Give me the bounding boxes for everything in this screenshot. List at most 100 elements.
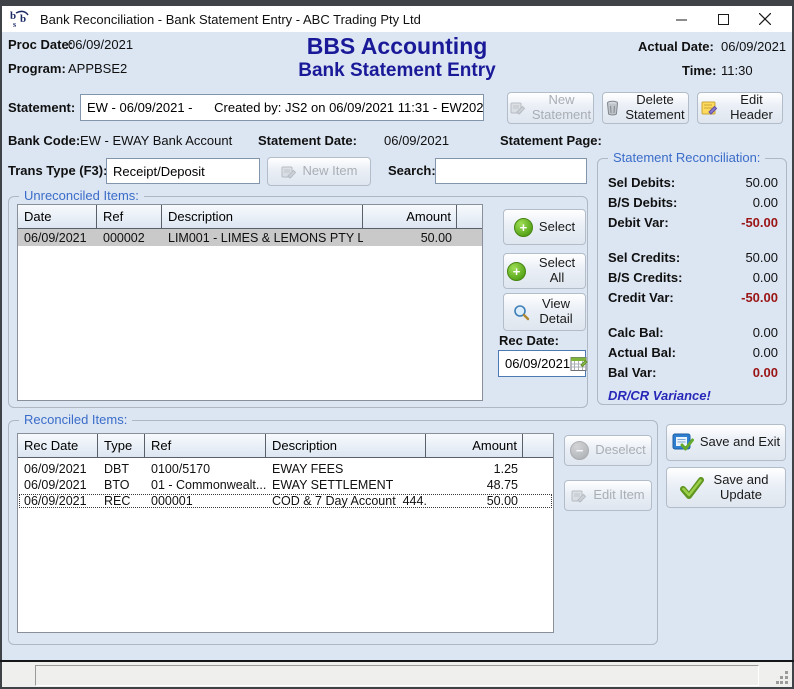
new-statement-label: New Statement — [532, 93, 591, 122]
select-button[interactable]: + Select — [503, 209, 586, 245]
column-header-ref[interactable]: Ref — [145, 434, 266, 457]
new-item-label: New Item — [303, 164, 358, 179]
bank-code-value: EW - EWAY Bank Account — [80, 133, 232, 148]
column-header-ref[interactable]: Ref — [97, 205, 162, 228]
reconciled-table-header: Rec Date Type Ref Description Amount — [18, 434, 553, 458]
delete-statement-label: Delete Statement — [625, 93, 685, 122]
actual-date-value: 06/09/2021 — [721, 39, 786, 54]
trans-type-label: Trans Type (F3): — [8, 163, 107, 178]
trash-icon — [606, 100, 619, 116]
reconciled-items-table: Rec Date Type Ref Description Amount 06/… — [17, 433, 554, 633]
column-header-description[interactable]: Description — [162, 205, 363, 228]
unreconciled-items-table: Date Ref Description Amount 06/09/2021 0… — [17, 204, 483, 401]
reconciled-items-caption: Reconciled Items: — [19, 412, 132, 427]
time-label: Time: — [682, 63, 716, 78]
unreconciled-table-header: Date Ref Description Amount — [18, 205, 482, 229]
cell-description: LIM001 - LIMES & LEMONS PTY L... — [162, 231, 363, 245]
save-and-update-label: Save and Update — [710, 473, 772, 502]
select-label: Select — [539, 220, 575, 235]
select-all-button[interactable]: + Select All — [503, 253, 586, 289]
select-all-label: Select All — [532, 256, 582, 285]
column-header-date[interactable]: Date — [18, 205, 97, 228]
table-row[interactable]: 06/09/2021 000002 LIM001 - LIMES & LEMON… — [18, 229, 482, 246]
statement-dropdown-value: EW - 06/09/2021 - Created by: JS2 on 06/… — [87, 100, 484, 115]
column-header-amount[interactable]: Amount — [363, 205, 457, 228]
new-document-icon — [281, 164, 297, 180]
recon-row: Debit Var:-50.00 — [608, 215, 778, 230]
plus-icon: + — [507, 262, 526, 281]
column-header-rec-date[interactable]: Rec Date — [18, 434, 98, 457]
save-and-update-button[interactable]: Save and Update — [666, 467, 786, 508]
chevron-down-icon — [224, 168, 253, 184]
statement-page-label: Statement Page: — [500, 133, 602, 148]
svg-text:s: s — [13, 20, 16, 29]
calendar-icon[interactable] — [570, 356, 588, 372]
table-row[interactable]: 06/09/2021 BTO 01 - Commonwealt... EWAY … — [18, 477, 553, 493]
minus-icon: − — [570, 441, 589, 460]
cell-date: 06/09/2021 — [18, 231, 97, 245]
column-header-filler — [457, 205, 482, 228]
view-detail-button[interactable]: View Detail — [503, 293, 586, 331]
statement-dropdown[interactable]: EW - 06/09/2021 - Created by: JS2 on 06/… — [80, 94, 484, 121]
trans-type-value: Receipt/Deposit — [113, 164, 205, 179]
new-item-button[interactable]: New Item — [267, 157, 371, 186]
table-row[interactable]: 06/09/2021 DBT 0100/5170 EWAY FEES 1.25 — [18, 461, 553, 477]
title-bar: b b s Bank Reconciliation - Bank Stateme… — [2, 6, 792, 32]
edit-item-label: Edit Item — [593, 488, 644, 503]
maximize-button[interactable] — [702, 6, 744, 32]
minimize-button[interactable] — [660, 6, 702, 32]
save-and-exit-label: Save and Exit — [700, 435, 780, 450]
app-icon: b b s — [10, 9, 32, 29]
chevron-down-icon — [448, 105, 477, 122]
statement-date-label: Statement Date: — [258, 133, 357, 148]
status-panel — [35, 665, 759, 686]
column-header-filler — [523, 434, 553, 457]
statement-reconciliation-caption: Statement Reconciliation: — [608, 150, 765, 165]
close-button[interactable] — [744, 6, 786, 32]
cell-ref: 000002 — [97, 231, 162, 245]
deselect-button[interactable]: − Deselect — [564, 435, 652, 466]
new-statement-button[interactable]: New Statement — [507, 92, 594, 124]
search-input[interactable] — [435, 158, 587, 184]
time-value: 11:30 — [721, 63, 753, 78]
main-content: Proc Date: 06/09/2021 Program: APPBSE2 B… — [2, 32, 792, 660]
plus-icon: + — [514, 218, 533, 237]
delete-statement-button[interactable]: Delete Statement — [602, 92, 689, 124]
recon-row: Credit Var:-50.00 — [608, 290, 778, 305]
table-row[interactable]: 06/09/2021 REC 000001 COD & 7 Day Accoun… — [18, 493, 553, 509]
statement-date-value: 06/09/2021 — [384, 133, 449, 148]
status-bar — [2, 662, 792, 687]
recon-row: Bal Var:0.00 — [608, 365, 778, 380]
column-header-amount[interactable]: Amount — [426, 434, 523, 457]
save-and-exit-button[interactable]: Save and Exit — [666, 424, 786, 461]
statement-reconciliation-group: Statement Reconciliation: Sel Debits:50.… — [597, 158, 787, 405]
save-exit-icon — [672, 433, 694, 453]
column-header-description[interactable]: Description — [266, 434, 426, 457]
window-title: Bank Reconciliation - Bank Statement Ent… — [40, 12, 660, 27]
svg-text:b: b — [20, 13, 26, 25]
search-label: Search: — [388, 163, 436, 178]
recon-row: Sel Credits:50.00 — [608, 250, 778, 265]
cell-amount: 50.00 — [363, 231, 457, 245]
edit-header-label: Edit Header — [724, 93, 779, 122]
screen-title: Bank Statement Entry — [2, 60, 792, 82]
bank-code-label: Bank Code: — [8, 133, 80, 148]
view-detail-label: View Detail — [536, 297, 576, 326]
recon-row: B/S Credits:0.00 — [608, 270, 778, 285]
trans-type-dropdown[interactable]: Receipt/Deposit — [106, 158, 260, 184]
edit-header-button[interactable]: Edit Header — [697, 92, 783, 124]
statement-label: Statement: — [8, 100, 75, 115]
edit-item-button[interactable]: Edit Item — [564, 480, 652, 511]
column-header-type[interactable]: Type — [98, 434, 145, 457]
recon-row: Sel Debits:50.00 — [608, 175, 778, 190]
actual-date-label: Actual Date: — [638, 39, 714, 54]
unreconciled-items-group: Unreconciled Items: Date Ref Description… — [8, 196, 588, 408]
resize-grip[interactable] — [776, 671, 789, 684]
rec-date-input[interactable]: 06/09/2021 — [498, 350, 586, 377]
new-document-icon — [510, 100, 526, 116]
recon-row: B/S Debits:0.00 — [608, 195, 778, 210]
deselect-label: Deselect — [595, 443, 646, 458]
rec-date-label: Rec Date: — [499, 333, 559, 348]
magnifier-icon — [513, 304, 530, 321]
recon-row: Actual Bal:0.00 — [608, 345, 778, 360]
